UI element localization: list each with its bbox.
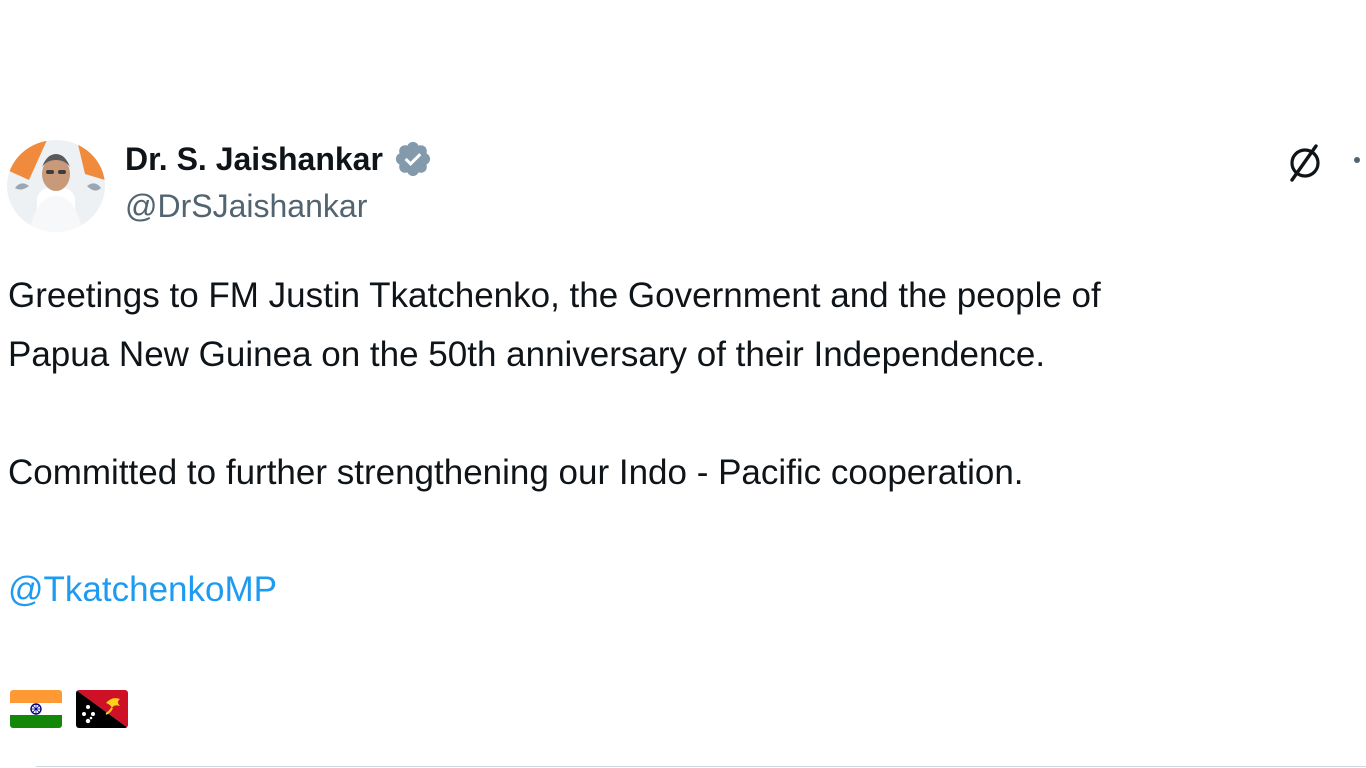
tweet-text-line: Committed to further strengthening our I… — [8, 453, 1024, 492]
grok-icon — [1290, 144, 1320, 182]
avatar[interactable] — [7, 140, 105, 232]
grok-button[interactable] — [1282, 140, 1328, 186]
flag-emojis — [10, 690, 128, 728]
more-options-icon — [1354, 157, 1360, 163]
avatar-image — [7, 140, 105, 232]
tweet-text-line: Papua New Guinea on the 50th anniversary… — [8, 335, 1046, 374]
divider — [36, 766, 1366, 767]
tweet-card: Dr. S. Jaishankar @DrSJaishankar Greetin… — [0, 0, 1366, 768]
author-handle[interactable]: @DrSJaishankar — [125, 188, 367, 225]
papua-new-guinea-flag-icon — [76, 690, 128, 728]
more-options-button[interactable] — [1346, 140, 1366, 180]
mention-link[interactable]: @TkatchenkoMP — [8, 569, 277, 611]
author-display-name[interactable]: Dr. S. Jaishankar — [125, 141, 383, 178]
india-flag-icon — [10, 690, 62, 728]
verified-badge-icon — [393, 139, 433, 179]
tweet-text-line: Greetings to FM Justin Tkatchenko, the G… — [8, 276, 1101, 315]
author-row: Dr. S. Jaishankar — [125, 139, 433, 179]
